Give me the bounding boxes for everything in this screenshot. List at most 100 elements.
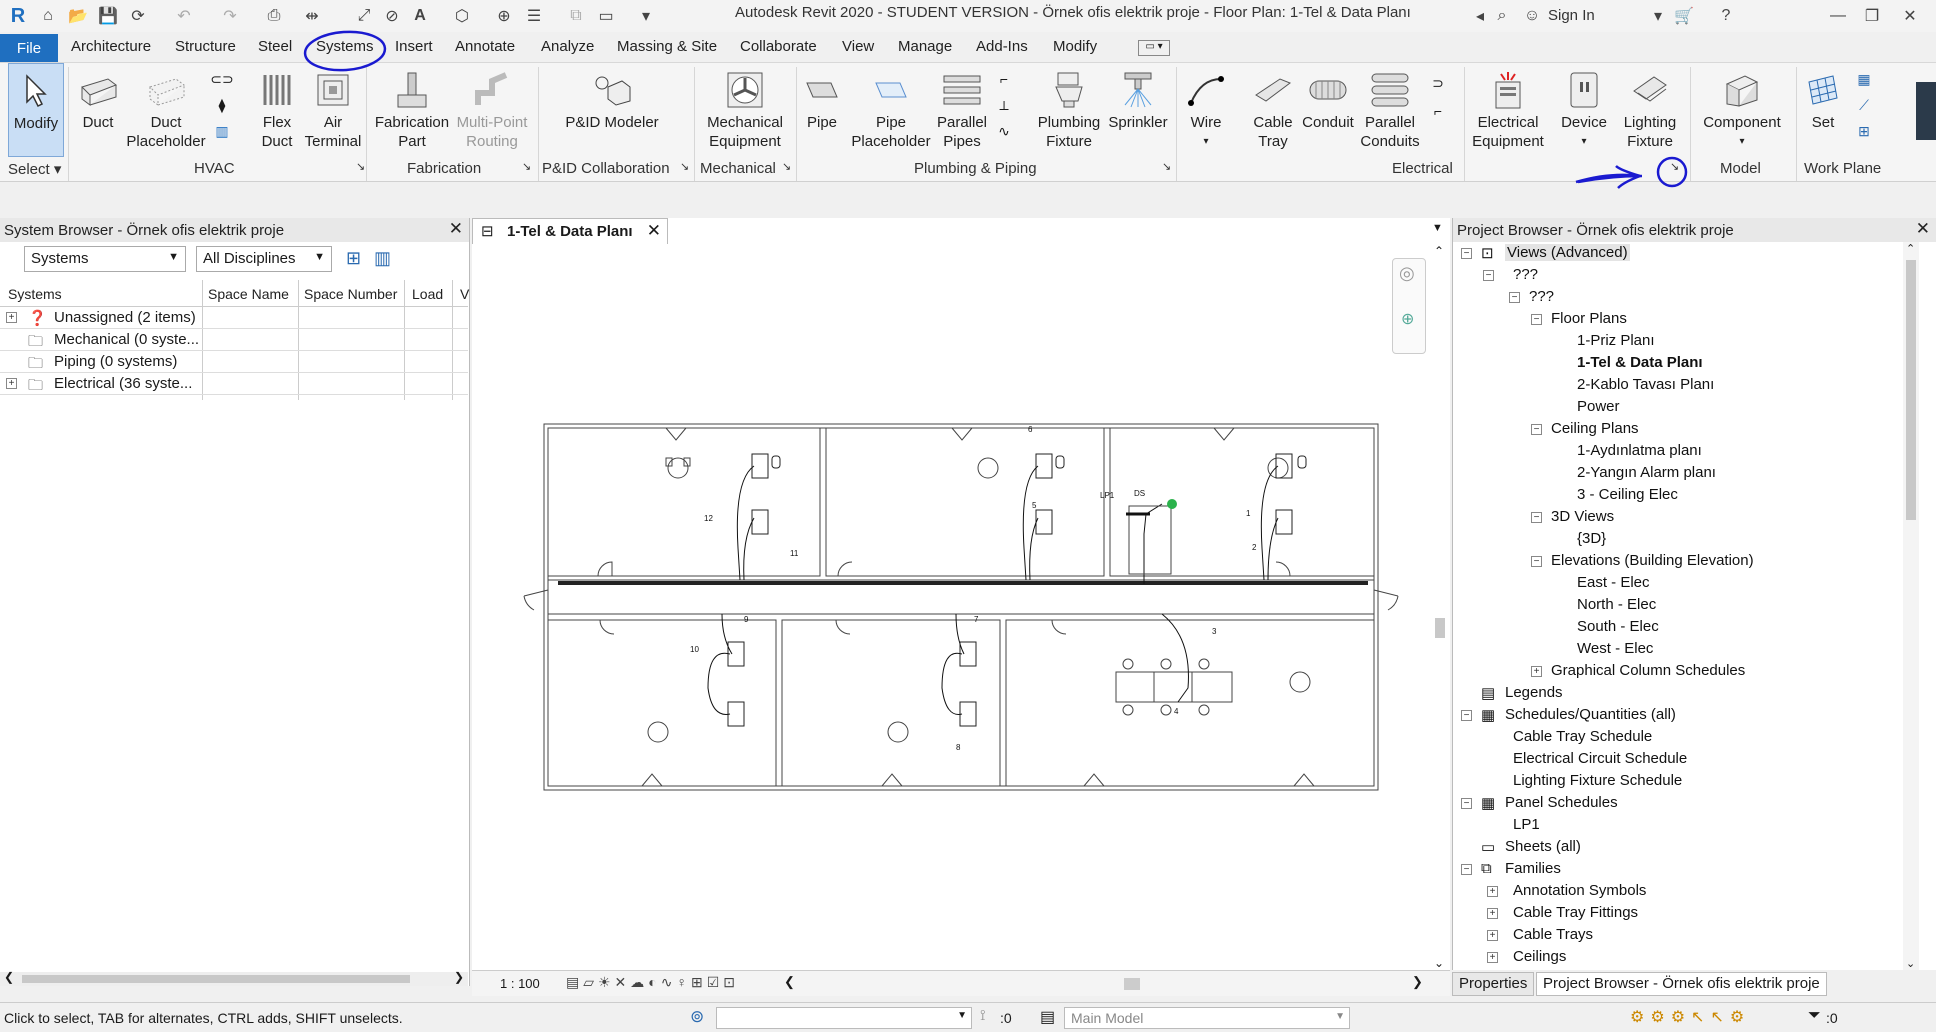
tree-node-group[interactable]: ???: [1513, 266, 1538, 283]
scroll-thumb[interactable]: [22, 975, 410, 983]
tree-node-graphical-schedules[interactable]: Graphical Column Schedules: [1551, 662, 1745, 679]
expand-icon[interactable]: +: [1487, 952, 1498, 963]
tree-node-schedules[interactable]: Schedules/Quantities (all): [1505, 706, 1676, 723]
filter-icon[interactable]: ⏷: [1808, 1007, 1821, 1025]
selection-settings-icons[interactable]: ⚙⚙⚙↖↖⚙: [1630, 1007, 1750, 1027]
tree-node-schedule[interactable]: Electrical Circuit Schedule: [1513, 750, 1687, 767]
tree-node-view-active[interactable]: 1-Tel & Data Planı: [1577, 354, 1703, 371]
scroll-down-icon[interactable]: ⌄: [1906, 957, 1915, 970]
systems-filter-select[interactable]: Systems ▼: [24, 246, 186, 272]
expand-icon[interactable]: +: [6, 378, 17, 389]
scroll-left-icon[interactable]: ❮: [784, 974, 795, 990]
tree-node-view[interactable]: North - Elec: [1577, 596, 1656, 613]
column-systems[interactable]: Systems: [8, 286, 62, 302]
system-row-electrical[interactable]: + 🗀 Electrical (36 syste...: [0, 373, 468, 395]
collapse-icon[interactable]: −: [1461, 798, 1472, 809]
scroll-up-icon[interactable]: ⌃: [1434, 244, 1444, 258]
tree-node-floor-plans[interactable]: Floor Plans: [1551, 310, 1627, 327]
tree-node-schedule[interactable]: Cable Tray Schedule: [1513, 728, 1652, 745]
tree-node-family[interactable]: Ceilings: [1513, 948, 1566, 965]
tree-node-view[interactable]: 2-Yangın Alarm planı: [1577, 464, 1716, 481]
collapse-icon[interactable]: −: [1461, 864, 1472, 875]
scroll-left-icon[interactable]: ❮: [4, 970, 14, 984]
scroll-right-icon[interactable]: ❯: [1412, 974, 1423, 990]
disciplines-filter-select[interactable]: All Disciplines ▼: [196, 246, 332, 272]
collapse-icon[interactable]: −: [1531, 314, 1542, 325]
scroll-thumb[interactable]: [1435, 618, 1445, 638]
expand-icon[interactable]: +: [1487, 908, 1498, 919]
tree-node-view[interactable]: East - Elec: [1577, 574, 1650, 591]
system-row-mechanical[interactable]: 🗀 Mechanical (0 syste...: [0, 329, 468, 351]
tree-node-elevations[interactable]: Elevations (Building Elevation): [1551, 552, 1754, 569]
scroll-right-icon[interactable]: ❯: [454, 970, 464, 984]
column-space-name[interactable]: Space Name: [208, 286, 289, 302]
tree-node-legends[interactable]: Legends: [1505, 684, 1563, 701]
workset-select[interactable]: ▼: [716, 1007, 972, 1029]
expand-icon[interactable]: +: [1487, 930, 1498, 941]
tree-node-view[interactable]: 1-Priz Planı: [1577, 332, 1655, 349]
steering-wheel-icon[interactable]: ◎: [1399, 263, 1415, 284]
column-load[interactable]: Load: [412, 286, 443, 302]
close-icon[interactable]: ✕: [1916, 219, 1930, 239]
scroll-up-icon[interactable]: ⌃: [1906, 242, 1915, 255]
tab-properties[interactable]: Properties: [1452, 972, 1535, 996]
tree-node-view[interactable]: {3D}: [1577, 530, 1606, 547]
drawing-area[interactable]: LP1 DS 1 2 3 4 5 6 7 8 9 10 11 12 ◎ ⊕ ⌃ …: [472, 218, 1450, 996]
worksharing-icon[interactable]: ⊚: [690, 1007, 704, 1027]
floor-plan-drawing[interactable]: LP1 DS 1 2 3 4 5 6 7 8 9 10 11 12: [472, 218, 1450, 996]
tree-node-family[interactable]: Cable Trays: [1513, 926, 1593, 943]
tree-node-view[interactable]: West - Elec: [1577, 640, 1653, 657]
design-options-icon[interactable]: ▤: [1040, 1007, 1055, 1027]
tab-project-browser[interactable]: Project Browser - Örnek ofis elektrik pr…: [1536, 972, 1827, 996]
collapse-icon[interactable]: −: [1531, 556, 1542, 567]
tree-node-group[interactable]: ???: [1529, 288, 1554, 305]
editable-icon[interactable]: ⟟: [980, 1007, 986, 1024]
tree-node-view[interactable]: 3 - Ceiling Elec: [1577, 486, 1678, 503]
scroll-down-icon[interactable]: ⌄: [1434, 956, 1444, 970]
scroll-thumb[interactable]: [1124, 978, 1140, 990]
system-row-unassigned[interactable]: + ❓ Unassigned (2 items): [0, 307, 468, 329]
system-row-piping[interactable]: 🗀 Piping (0 systems): [0, 351, 468, 373]
collapse-icon[interactable]: −: [1531, 424, 1542, 435]
view-options-icon[interactable]: ▼: [1432, 222, 1443, 234]
collapse-icon[interactable]: −: [1509, 292, 1520, 303]
collapse-icon[interactable]: −: [1483, 270, 1494, 281]
view-control-icons[interactable]: ▤▱☀✕☁◐∿♀⊞☑⊡: [566, 974, 739, 991]
tree-node-sheets[interactable]: Sheets (all): [1505, 838, 1581, 855]
tree-node-families[interactable]: Families: [1505, 860, 1561, 877]
horizontal-scrollbar[interactable]: ❮ ❯: [0, 970, 468, 986]
view-tab[interactable]: ⊟ 1-Tel & Data Planı ✕: [472, 218, 668, 244]
tree-node-family[interactable]: Cable Tray Fittings: [1513, 904, 1638, 921]
tree-node-view[interactable]: Power: [1577, 398, 1620, 415]
column-settings-icon[interactable]: ▥: [374, 248, 391, 269]
vertical-scrollbar[interactable]: ⌃ ⌄: [1903, 242, 1919, 970]
close-icon[interactable]: ✕: [449, 219, 463, 239]
view-scale[interactable]: 1 : 100: [500, 976, 540, 991]
design-option-select[interactable]: Main Model ▼: [1064, 1007, 1350, 1029]
close-icon[interactable]: ✕: [647, 221, 661, 241]
vertical-scrollbar[interactable]: ⌃ ⌄: [1432, 244, 1448, 970]
column-v[interactable]: V: [460, 286, 469, 302]
tree-node-view[interactable]: 1-Aydınlatma planı: [1577, 442, 1702, 459]
collapse-icon[interactable]: −: [1531, 512, 1542, 523]
tree-node-panel-schedules[interactable]: Panel Schedules: [1505, 794, 1618, 811]
expand-icon[interactable]: +: [6, 312, 17, 323]
collapse-icon[interactable]: −: [1461, 710, 1472, 721]
tree-node-view[interactable]: South - Elec: [1577, 618, 1659, 635]
expand-icon[interactable]: +: [1487, 886, 1498, 897]
navigation-bar[interactable]: ◎ ⊕: [1392, 258, 1426, 354]
tree-node-schedule[interactable]: Lighting Fixture Schedule: [1513, 772, 1682, 789]
tree-node-view[interactable]: 2-Kablo Tavası Planı: [1577, 376, 1714, 393]
zoom-icon[interactable]: ⊕: [1401, 309, 1414, 329]
autofit-columns-icon[interactable]: ⊞: [346, 248, 361, 269]
collapse-icon[interactable]: −: [1461, 248, 1472, 259]
scroll-thumb[interactable]: [1906, 260, 1916, 520]
tree-node-family[interactable]: Annotation Symbols: [1513, 882, 1646, 899]
tree-node-ceiling-plans[interactable]: Ceiling Plans: [1551, 420, 1639, 437]
column-space-number[interactable]: Space Number: [304, 286, 397, 302]
expand-icon[interactable]: +: [1531, 666, 1542, 677]
project-browser: Project Browser - Örnek ofis elektrik pr…: [1452, 218, 1936, 970]
tree-node-panel[interactable]: LP1: [1513, 816, 1540, 833]
tree-node-views[interactable]: Views (Advanced): [1505, 244, 1630, 261]
tree-node-3d-views[interactable]: 3D Views: [1551, 508, 1614, 525]
